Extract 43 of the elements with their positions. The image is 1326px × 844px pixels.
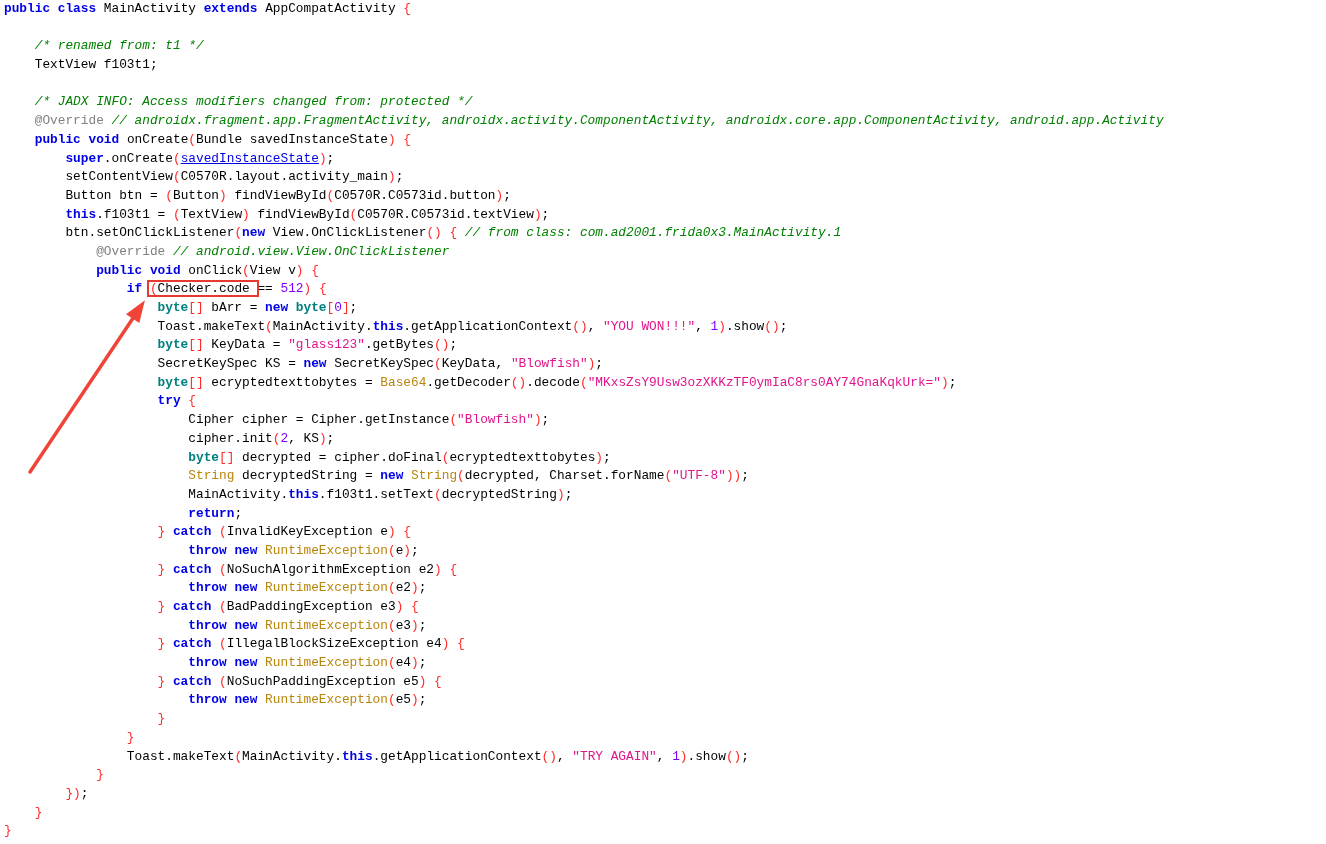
code-line: try {: [157, 392, 196, 411]
code-line: Button btn = (Button) findViewById(C0570R.C0573id.button);: [65, 186, 511, 205]
code-line: public class MainActivity extends AppCompatActivity {: [4, 0, 412, 18]
code-line: } catch (NoSuchAlgorithmException e2) {: [157, 560, 458, 579]
code-line: @Override // android.view.View.OnClickListener: [96, 242, 450, 261]
code-line: @Override // androidx.fragment.app.FragmentActivity, androidx.activity.ComponentActivity, androidx.core.app.ComponentActivity, android.app.Activity: [34, 112, 1164, 131]
code-line: public void onClick(View v) {: [96, 261, 319, 280]
code-line: byte[] ecryptedtexttobytes = Base64.getDecoder().decode("MKxsZsY9Usw3ozXKKzTF0ymIaC8rs0AY74GnaKqkUrk=");: [157, 373, 957, 392]
code-line: btn.setOnClickListener(new View.OnClickListener() { // from class: com.ad2001.frida0x3.MainActivity.1: [65, 224, 842, 243]
code-line: SecretKeySpec KS = new SecretKeySpec(KeyData, "Blowfish");: [157, 355, 604, 374]
code-line: }: [96, 766, 104, 785]
code-line: byte[] KeyData = "glass123".getBytes();: [157, 336, 458, 355]
code-line: } catch (IllegalBlockSizeException e4) {: [157, 635, 465, 654]
code-line: throw new RuntimeException(e3);: [188, 616, 427, 635]
code-line: }: [4, 822, 12, 841]
code-line: return;: [188, 504, 243, 523]
code-line: TextView f103t1;: [34, 56, 158, 75]
code-line: byte[] decrypted = cipher.doFinal(ecryptedtexttobytes);: [188, 448, 611, 467]
code-line: cipher.init(2, KS);: [188, 429, 335, 448]
code-line: setContentView(C0570R.layout.activity_main);: [65, 168, 404, 187]
code-line: /* JADX INFO: Access modifiers changed from: protected */: [34, 93, 473, 112]
code-line: throw new RuntimeException(e2);: [188, 579, 427, 598]
code-line: } catch (BadPaddingException e3) {: [157, 598, 419, 616]
code-line: } catch (InvalidKeyException e) {: [157, 523, 412, 542]
code-line: throw new RuntimeException(e5);: [188, 691, 427, 710]
code-line: byte[] bArr = new byte[0];: [157, 299, 358, 317]
code-line: throw new RuntimeException(e4);: [188, 654, 427, 673]
code-line: this.f103t1 = (TextView) findViewById(C0570R.C0573id.textView);: [65, 205, 550, 224]
code-line: }: [34, 803, 43, 822]
code-line: }: [126, 728, 135, 747]
code-line: }: [157, 710, 166, 729]
code-line: MainActivity.this.f103t1.setText(decryptedString);: [188, 485, 573, 504]
code-line: super.onCreate(savedInstanceState);: [65, 149, 335, 168]
code-line: public void onCreate(Bundle savedInstanceState) {: [34, 130, 412, 149]
code-line: /* renamed from: t1 */: [34, 37, 204, 56]
code-line: } catch (NoSuchPaddingException e5) {: [157, 672, 442, 691]
code-line: Toast.makeText(MainActivity.this.getApplicationContext(), "YOU WON!!!", 1).show();: [157, 317, 788, 336]
code-line: Cipher cipher = Cipher.getInstance("Blowfish");: [188, 411, 550, 430]
code-line: Toast.makeText(MainActivity.this.getApplicationContext(), "TRY AGAIN", 1).show();: [126, 747, 749, 766]
code-line: });: [65, 784, 89, 803]
code-line: throw new RuntimeException(e);: [188, 541, 419, 560]
code-line: String decryptedString = new String(decrypted, Charset.forName("UTF-8"));: [188, 467, 749, 486]
code-link[interactable]: savedInstanceState: [180, 150, 319, 166]
